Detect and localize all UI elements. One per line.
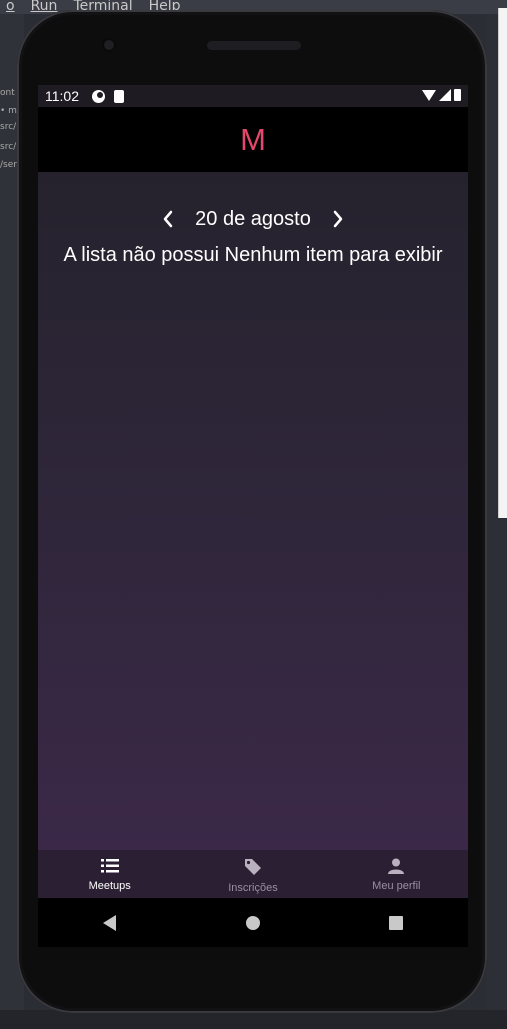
speaker-grille xyxy=(207,41,301,50)
ide-menu-item[interactable]: o xyxy=(6,0,15,14)
system-nav-bar xyxy=(38,898,468,947)
chevron-right-icon[interactable] xyxy=(325,206,351,232)
date-label: 20 de agosto xyxy=(195,207,311,230)
ide-left-text: src/ xyxy=(0,122,17,132)
tag-icon xyxy=(244,859,261,875)
bottom-tab-bar: Meetups Inscrições Meu perfil xyxy=(38,850,468,898)
date-navigator: 20 de agosto xyxy=(38,206,468,232)
status-bar: 11:02 xyxy=(38,85,468,107)
camera-icon xyxy=(104,40,114,50)
home-icon[interactable] xyxy=(233,903,273,943)
tab-label: Inscrições xyxy=(228,882,278,894)
ide-left-text: /ser xyxy=(0,160,17,170)
tab-inscricoes[interactable]: Inscrições xyxy=(181,850,324,898)
ide-menu-run[interactable]: Run xyxy=(31,0,58,14)
tab-label: Meu perfil xyxy=(372,880,421,892)
battery-icon xyxy=(454,89,461,101)
ide-left-text: src/ xyxy=(0,142,17,152)
chevron-left-icon[interactable] xyxy=(155,206,181,232)
signal-icon xyxy=(439,89,451,101)
recents-icon[interactable] xyxy=(376,903,416,943)
status-time: 11:02 xyxy=(45,88,79,104)
sd-card-icon xyxy=(114,90,124,103)
person-icon xyxy=(388,858,405,874)
tab-label: Meetups xyxy=(88,880,131,892)
tab-meu-perfil[interactable]: Meu perfil xyxy=(325,850,468,898)
wifi-icon xyxy=(422,89,436,101)
ide-left-text: • m xyxy=(0,106,17,116)
main-content: 20 de agosto A lista não possui Nenhum i… xyxy=(38,172,468,850)
app-logo: M xyxy=(240,121,266,157)
ide-dialog-edge xyxy=(498,8,507,518)
notification-icon xyxy=(92,90,105,103)
phone-screen: 11:02 M 20 de agosto A lista não possui … xyxy=(38,85,468,947)
ide-left-text: ont xyxy=(0,88,15,98)
back-icon[interactable] xyxy=(90,903,130,943)
empty-list-message: A lista não possui Nenhum item para exib… xyxy=(63,244,443,266)
list-icon xyxy=(100,859,119,873)
app-header: M xyxy=(38,107,468,172)
tab-meetups[interactable]: Meetups xyxy=(38,850,181,898)
